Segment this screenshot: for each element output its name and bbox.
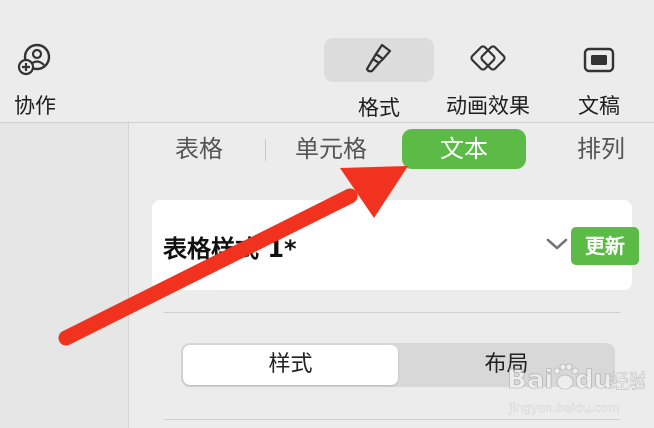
update-style-button[interactable]: 更新 [571, 227, 639, 265]
animation-button[interactable]: 动画效果 [446, 40, 530, 120]
tab-table[interactable]: 表格 [159, 129, 239, 169]
tab-separator [265, 139, 266, 161]
document-label: 文稿 [578, 94, 620, 118]
collaborate-button[interactable]: 协作 [14, 40, 56, 120]
table-style-card: 表格样式 1* 更新 [152, 200, 639, 290]
collaborate-label: 协作 [14, 94, 56, 118]
tab-arrange[interactable]: 排列 [561, 129, 641, 169]
svg-text:经验: 经验 [609, 369, 645, 393]
chevron-down-icon[interactable] [545, 236, 569, 252]
document-button[interactable]: 文稿 [578, 40, 620, 120]
top-toolbar: 协作 格式 动画效果 文稿 [0, 0, 654, 122]
tab-cell[interactable]: 单元格 [281, 129, 381, 169]
tab-text[interactable]: 文本 [402, 129, 526, 169]
inspector-tabs: 表格 单元格 文本 排列 [129, 129, 654, 173]
svg-text:Bai: Bai [507, 365, 553, 395]
collaborate-icon [15, 40, 55, 80]
baidu-watermark-logo: Bai du 经验 jingyan.baidu.com [505, 352, 649, 422]
svg-text:du: du [575, 365, 612, 395]
slide-navigator-strip [0, 123, 129, 428]
document-icon [579, 40, 619, 80]
format-button-highlight [324, 38, 434, 82]
format-label: 格式 [358, 96, 400, 120]
svg-text:jingyan.baidu.com: jingyan.baidu.com [508, 401, 620, 415]
paintbrush-icon [364, 42, 394, 78]
keynote-inspector-screen: 协作 格式 动画效果 文稿 表格 单元格 文本 排列 表格样式 1* 更新 样式… [0, 0, 654, 428]
format-button[interactable]: 格式 [324, 38, 434, 122]
animation-diamonds-icon [468, 40, 508, 80]
table-style-name[interactable]: 表格样式 1* [163, 229, 297, 264]
section-divider [163, 312, 621, 313]
segment-style[interactable]: 样式 [183, 345, 398, 385]
animation-label: 动画效果 [446, 94, 530, 118]
